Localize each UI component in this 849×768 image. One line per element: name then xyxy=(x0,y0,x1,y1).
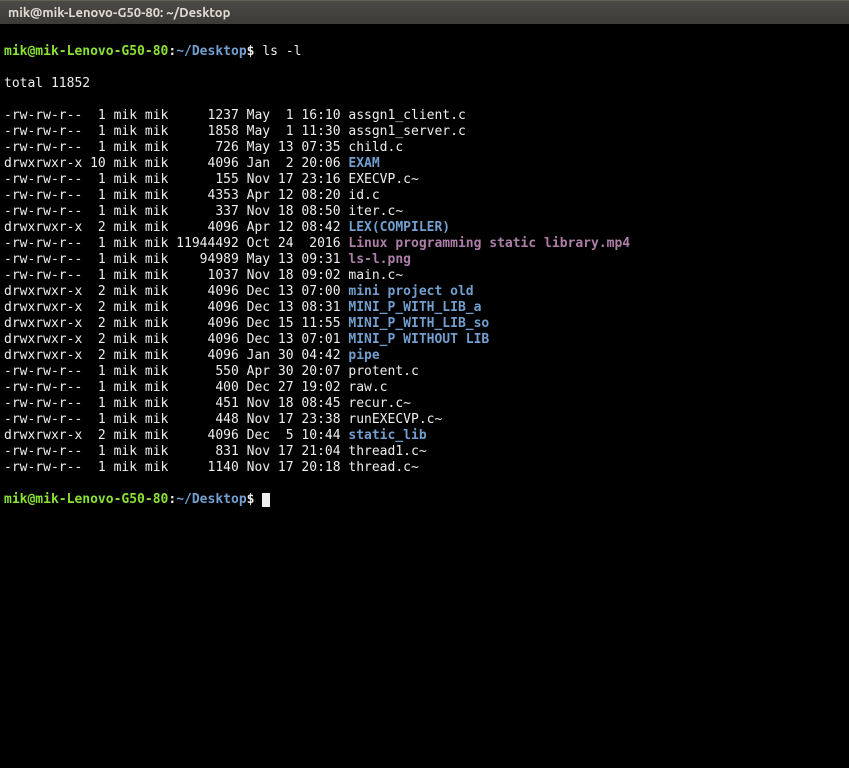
file-name: runEXECVP.c~ xyxy=(348,412,442,427)
prompt-dollar: $ xyxy=(247,492,263,507)
prompt-dollar: $ xyxy=(247,44,263,59)
prompt-line: mik@mik-Lenovo-G50-80:~/Desktop$ ls -l xyxy=(4,44,845,60)
prompt-path: ~/Desktop xyxy=(176,492,246,507)
file-name: EXECVP.c~ xyxy=(348,172,418,187)
list-item: -rw-rw-r-- 1 mik mik 448 Nov 17 23:38 ru… xyxy=(4,412,845,428)
prompt-userhost: mik@mik-Lenovo-G50-80 xyxy=(4,44,168,59)
file-meta: -rw-rw-r-- 1 mik mik 4353 Apr 12 08:20 xyxy=(4,188,348,203)
list-item: -rw-rw-r-- 1 mik mik 4353 Apr 12 08:20 i… xyxy=(4,188,845,204)
file-meta: drwxrwxr-x 2 mik mik 4096 Apr 12 08:42 xyxy=(4,220,348,235)
list-item: drwxrwxr-x 2 mik mik 4096 Dec 13 07:01 M… xyxy=(4,332,845,348)
file-name: child.c xyxy=(348,140,403,155)
file-listing: -rw-rw-r-- 1 mik mik 1237 May 1 16:10 as… xyxy=(4,108,845,476)
file-meta: -rw-rw-r-- 1 mik mik 1037 Nov 18 09:02 xyxy=(4,268,348,283)
file-name: mini project old xyxy=(348,284,473,299)
file-meta: drwxrwxr-x 2 mik mik 4096 Dec 15 11:55 xyxy=(4,316,348,331)
file-name: id.c xyxy=(348,188,379,203)
file-name: ls-l.png xyxy=(348,252,411,267)
file-name: EXAM xyxy=(348,156,379,171)
file-meta: -rw-rw-r-- 1 mik mik 155 Nov 17 23:16 xyxy=(4,172,348,187)
list-item: -rw-rw-r-- 1 mik mik 155 Nov 17 23:16 EX… xyxy=(4,172,845,188)
total-line: total 11852 xyxy=(4,76,845,92)
file-name: raw.c xyxy=(348,380,387,395)
list-item: drwxrwxr-x 2 mik mik 4096 Dec 13 07:00 m… xyxy=(4,284,845,300)
file-name: thread.c~ xyxy=(348,460,418,475)
file-name: main.c~ xyxy=(348,268,403,283)
file-name: assgn1_client.c xyxy=(348,108,465,123)
cursor-block xyxy=(262,493,270,507)
list-item: -rw-rw-r-- 1 mik mik 1037 Nov 18 09:02 m… xyxy=(4,268,845,284)
file-name: MINI_P_WITH_LIB_so xyxy=(348,316,489,331)
list-item: -rw-rw-r-- 1 mik mik 400 Dec 27 19:02 ra… xyxy=(4,380,845,396)
file-name: thread1.c~ xyxy=(348,444,426,459)
prompt-userhost: mik@mik-Lenovo-G50-80 xyxy=(4,492,168,507)
list-item: -rw-rw-r-- 1 mik mik 831 Nov 17 21:04 th… xyxy=(4,444,845,460)
list-item: -rw-rw-r-- 1 mik mik 1140 Nov 17 20:18 t… xyxy=(4,460,845,476)
file-meta: -rw-rw-r-- 1 mik mik 337 Nov 18 08:50 xyxy=(4,204,348,219)
file-name: protent.c xyxy=(348,364,418,379)
file-meta: drwxrwxr-x 2 mik mik 4096 Dec 13 07:00 xyxy=(4,284,348,299)
file-meta: -rw-rw-r-- 1 mik mik 1237 May 1 16:10 xyxy=(4,108,348,123)
file-name: LEX(COMPILER) xyxy=(348,220,450,235)
list-item: drwxrwxr-x 2 mik mik 4096 Jan 30 04:42 p… xyxy=(4,348,845,364)
list-item: -rw-rw-r-- 1 mik mik 451 Nov 18 08:45 re… xyxy=(4,396,845,412)
list-item: drwxrwxr-x 10 mik mik 4096 Jan 2 20:06 E… xyxy=(4,156,845,172)
file-meta: -rw-rw-r-- 1 mik mik 448 Nov 17 23:38 xyxy=(4,412,348,427)
file-meta: -rw-rw-r-- 1 mik mik 400 Dec 27 19:02 xyxy=(4,380,348,395)
list-item: drwxrwxr-x 2 mik mik 4096 Apr 12 08:42 L… xyxy=(4,220,845,236)
file-name: MINI_P_WITH_LIB_a xyxy=(348,300,481,315)
list-item: -rw-rw-r-- 1 mik mik 726 May 13 07:35 ch… xyxy=(4,140,845,156)
list-item: -rw-rw-r-- 1 mik mik 94989 May 13 09:31 … xyxy=(4,252,845,268)
file-meta: -rw-rw-r-- 1 mik mik 726 May 13 07:35 xyxy=(4,140,348,155)
prompt-path: ~/Desktop xyxy=(176,44,246,59)
file-name: static_lib xyxy=(348,428,426,443)
file-meta: -rw-rw-r-- 1 mik mik 831 Nov 17 21:04 xyxy=(4,444,348,459)
list-item: drwxrwxr-x 2 mik mik 4096 Dec 13 08:31 M… xyxy=(4,300,845,316)
file-meta: drwxrwxr-x 2 mik mik 4096 Jan 30 04:42 xyxy=(4,348,348,363)
file-meta: -rw-rw-r-- 1 mik mik 11944492 Oct 24 201… xyxy=(4,236,348,251)
file-name: MINI_P WITHOUT LIB xyxy=(348,332,489,347)
file-meta: drwxrwxr-x 2 mik mik 4096 Dec 5 10:44 xyxy=(4,428,348,443)
list-item: -rw-rw-r-- 1 mik mik 337 Nov 18 08:50 it… xyxy=(4,204,845,220)
file-name: recur.c~ xyxy=(348,396,411,411)
list-item: -rw-rw-r-- 1 mik mik 550 Apr 30 20:07 pr… xyxy=(4,364,845,380)
list-item: -rw-rw-r-- 1 mik mik 11944492 Oct 24 201… xyxy=(4,236,845,252)
file-meta: -rw-rw-r-- 1 mik mik 1140 Nov 17 20:18 xyxy=(4,460,348,475)
file-name: assgn1_server.c xyxy=(348,124,465,139)
file-meta: -rw-rw-r-- 1 mik mik 550 Apr 30 20:07 xyxy=(4,364,348,379)
file-meta: -rw-rw-r-- 1 mik mik 94989 May 13 09:31 xyxy=(4,252,348,267)
list-item: -rw-rw-r-- 1 mik mik 1237 May 1 16:10 as… xyxy=(4,108,845,124)
file-name: iter.c~ xyxy=(348,204,403,219)
window-title: mik@mik-Lenovo-G50-80: ~/Desktop xyxy=(8,6,230,20)
file-meta: -rw-rw-r-- 1 mik mik 1858 May 1 11:30 xyxy=(4,124,348,139)
entered-command: ls -l xyxy=(262,44,301,59)
list-item: drwxrwxr-x 2 mik mik 4096 Dec 15 11:55 M… xyxy=(4,316,845,332)
file-meta: drwxrwxr-x 10 mik mik 4096 Jan 2 20:06 xyxy=(4,156,348,171)
file-name: pipe xyxy=(348,348,379,363)
file-meta: drwxrwxr-x 2 mik mik 4096 Dec 13 08:31 xyxy=(4,300,348,315)
window-titlebar[interactable]: mik@mik-Lenovo-G50-80: ~/Desktop xyxy=(0,0,849,24)
list-item: -rw-rw-r-- 1 mik mik 1858 May 1 11:30 as… xyxy=(4,124,845,140)
file-meta: drwxrwxr-x 2 mik mik 4096 Dec 13 07:01 xyxy=(4,332,348,347)
prompt-line-2: mik@mik-Lenovo-G50-80:~/Desktop$ xyxy=(4,492,845,508)
file-meta: -rw-rw-r-- 1 mik mik 451 Nov 18 08:45 xyxy=(4,396,348,411)
terminal-output[interactable]: mik@mik-Lenovo-G50-80:~/Desktop$ ls -l t… xyxy=(0,24,849,528)
file-name: Linux programming static library.mp4 xyxy=(348,236,630,251)
list-item: drwxrwxr-x 2 mik mik 4096 Dec 5 10:44 st… xyxy=(4,428,845,444)
